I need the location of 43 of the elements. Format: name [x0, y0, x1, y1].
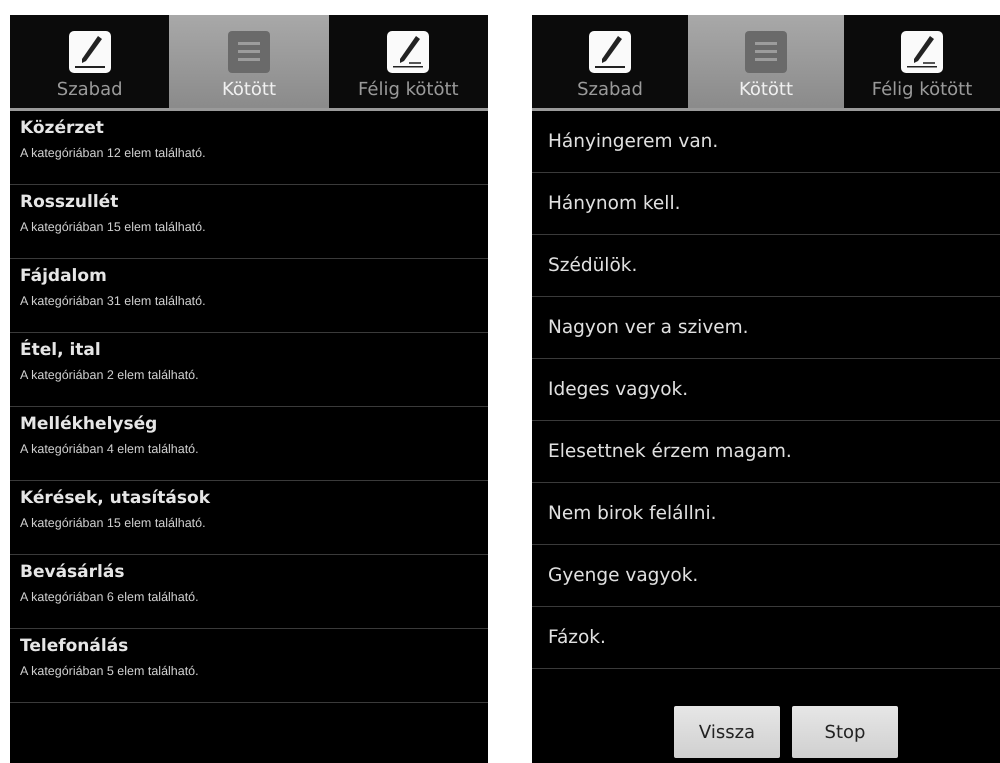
- category-item[interactable]: Telefonálás A kategóriában 5 elem található.: [10, 629, 488, 703]
- category-title: Bevásárlás: [20, 562, 126, 582]
- category-title: Étel, ital: [20, 340, 102, 360]
- category-count: A kategóriában 2 elem található.: [20, 368, 200, 382]
- category-title: Rosszullét: [20, 192, 120, 212]
- phrase-item[interactable]: Fázok.: [532, 607, 1000, 669]
- category-item[interactable]: Bevásárlás A kategóriában 6 elem található.: [10, 555, 488, 629]
- category-item[interactable]: Étel, ital A kategóriában 2 elem található.: [10, 333, 488, 407]
- category-count: A kategóriában 15 elem található.: [20, 516, 207, 530]
- phrase-item[interactable]: Nem birok felállni.: [532, 483, 1000, 545]
- phrase-item[interactable]: Hányingerem van.: [532, 111, 1000, 173]
- category-item[interactable]: Mellékhelység A kategóriában 4 elem található.: [10, 407, 488, 481]
- tab[interactable]: Szabad: [532, 15, 688, 108]
- action-button[interactable]: Stop: [792, 706, 898, 758]
- category-item[interactable]: Fájdalom A kategóriában 31 elem található.: [10, 259, 488, 333]
- list-icon: [745, 31, 787, 73]
- category-count: A kategóriában 15 elem található.: [20, 220, 207, 234]
- category-count: A kategóriában 31 elem található.: [20, 294, 207, 308]
- phrase-item[interactable]: Ideges vagyok.: [532, 359, 1000, 421]
- category-count: A kategóriában 6 elem található.: [20, 590, 200, 604]
- phrase-item[interactable]: Gyenge vagyok.: [532, 545, 1000, 607]
- tab[interactable]: Szabad: [10, 15, 170, 108]
- category-title: Közérzet: [20, 118, 105, 138]
- category-item[interactable]: Kérések, utasítások A kategóriában 15 elem található.: [10, 481, 488, 555]
- category-title: Kérések, utasítások: [20, 488, 212, 508]
- category-item[interactable]: Rosszullét A kategóriában 15 elem található.: [10, 185, 488, 259]
- category-title: Fájdalom: [20, 266, 108, 286]
- category-count: A kategóriában 5 elem található.: [20, 664, 200, 678]
- phrase-item[interactable]: Hánynom kell.: [532, 173, 1000, 235]
- list-icon: [228, 31, 270, 73]
- category-item[interactable]: Közérzet A kategóriában 12 elem található.: [10, 111, 488, 185]
- phrase-item[interactable]: Nagyon ver a szivem.: [532, 297, 1000, 359]
- tab[interactable]: Félig kötött: [844, 15, 1000, 108]
- category-title: Mellékhelység: [20, 414, 158, 434]
- pencil-icon: [589, 31, 631, 73]
- phrase-item[interactable]: Szédülök.: [532, 235, 1000, 297]
- pencil-icon: [68, 31, 111, 73]
- tab[interactable]: Félig kötött: [328, 15, 488, 108]
- category-count: A kategóriában 4 elem található.: [20, 442, 200, 456]
- action-button[interactable]: Vissza: [674, 706, 780, 758]
- category-count: A kategóriában 12 elem található.: [20, 146, 207, 160]
- phrase-item[interactable]: Elesettnek érzem magam.: [532, 421, 1000, 483]
- category-title: Telefonálás: [20, 636, 130, 656]
